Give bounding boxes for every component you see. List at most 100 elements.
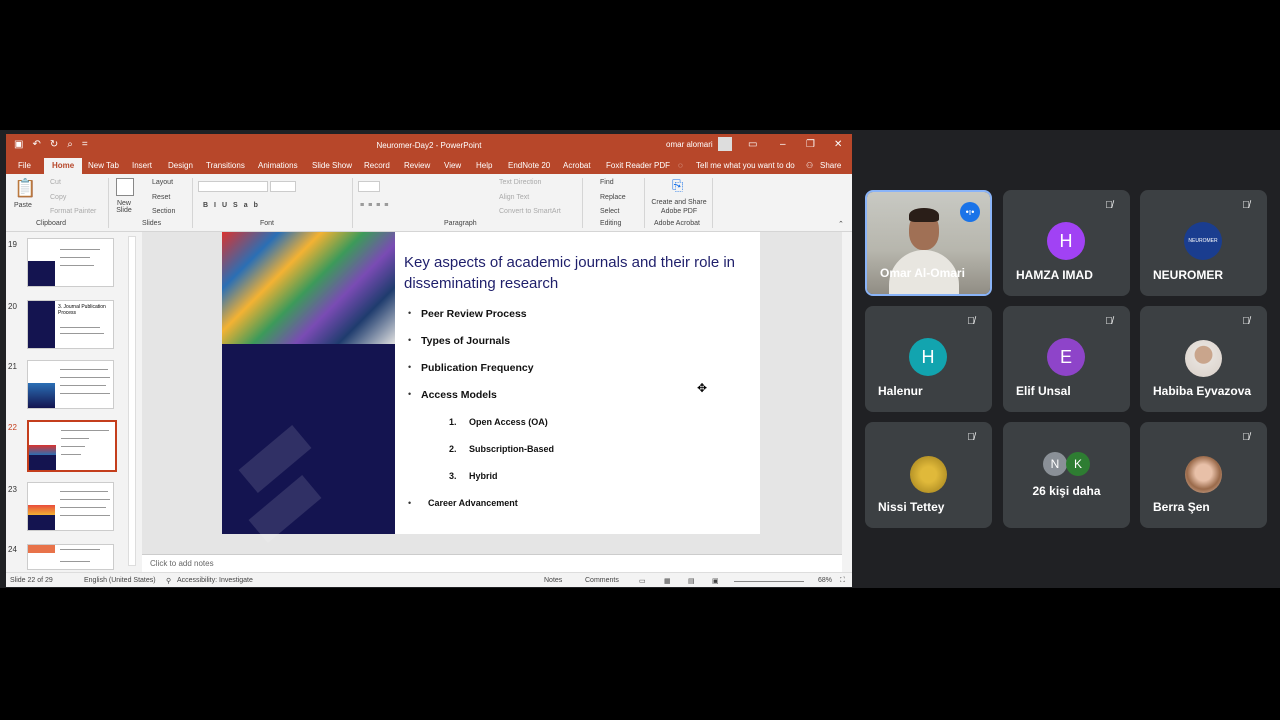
slide-navy-panel	[222, 344, 395, 543]
ribbon-divider	[192, 178, 193, 228]
slide-title[interactable]: Key aspects of academic journals and the…	[404, 252, 754, 294]
font-format-buttons[interactable]: BIUSab	[203, 202, 264, 209]
participant-tile-halenur[interactable]: 🎙̸ H Halenur	[865, 306, 992, 412]
font-size-box[interactable]	[270, 181, 296, 192]
bullet-access-models[interactable]: Access Models	[421, 389, 497, 401]
share-button[interactable]: Share	[820, 161, 841, 170]
font-name-box[interactable]	[198, 181, 268, 192]
clipboard-group-label: Clipboard	[36, 220, 66, 227]
select-button[interactable]: Select	[600, 208, 619, 215]
tab-review[interactable]: Review	[404, 161, 430, 170]
slide-thumbnail-22-selected[interactable]	[27, 420, 117, 472]
sub-bullet-open-access[interactable]: Open Access (OA)	[469, 417, 548, 427]
sub-bullet-hybrid[interactable]: Hybrid	[469, 471, 498, 481]
zoom-level[interactable]: 68%	[818, 577, 832, 584]
close-icon[interactable]: ✕	[834, 139, 842, 150]
tab-acrobat[interactable]: Acrobat	[563, 161, 591, 170]
tab-help[interactable]: Help	[476, 161, 492, 170]
lightbulb-icon: ◌	[678, 161, 683, 170]
tab-home[interactable]: Home	[44, 158, 83, 174]
tab-record[interactable]: Record	[364, 161, 390, 170]
collapse-ribbon-icon[interactable]: ⌃	[838, 220, 844, 228]
sub-bullet-subscription[interactable]: Subscription-Based	[469, 444, 554, 454]
bullets-button[interactable]	[358, 181, 380, 192]
tab-transitions[interactable]: Transitions	[206, 161, 245, 170]
participant-tile-elif[interactable]: 🎙̸ E Elif Unsal	[1003, 306, 1130, 412]
slideshow-view-icon[interactable]: ▣	[712, 577, 719, 585]
tab-slide-show[interactable]: Slide Show	[312, 161, 352, 170]
restore-icon[interactable]: ❐	[806, 139, 815, 150]
participant-tile-nissi[interactable]: 🎙̸ Nissi Tettey	[865, 422, 992, 528]
adobe-pdf-icon[interactable]: ⎘	[672, 177, 683, 194]
thumbnail-scrollbar[interactable]	[128, 236, 136, 566]
reset-button[interactable]: Reset	[152, 194, 170, 201]
language-status[interactable]: English (United States)	[84, 577, 156, 584]
bullet-career[interactable]: Career Advancement	[428, 498, 518, 508]
avatar-photo	[910, 456, 947, 493]
tab-foxit[interactable]: Foxit Reader PDF	[606, 161, 670, 170]
slide-thumbnail-21[interactable]	[27, 360, 114, 409]
notes-button[interactable]: Notes	[544, 577, 562, 584]
zoom-slider[interactable]	[734, 581, 804, 582]
align-buttons[interactable]: ≡≡≡≡	[360, 202, 392, 209]
paste-icon[interactable]: 📋	[14, 178, 36, 199]
participant-tile-habiba[interactable]: 🎙̸ Habiba Eyvazova	[1140, 306, 1267, 412]
thumb-number: 22	[8, 423, 17, 432]
slide-thumbnail-24[interactable]	[27, 544, 114, 570]
copy-button[interactable]: Copy	[50, 194, 66, 201]
cut-button[interactable]: Cut	[50, 179, 61, 186]
tell-me-box[interactable]: Tell me what you want to do	[696, 161, 795, 170]
thumb-number: 21	[8, 362, 17, 371]
ribbon-display-icon[interactable]: ▭	[748, 139, 757, 150]
tab-new-tab[interactable]: New Tab	[88, 161, 119, 170]
more-participants-tile[interactable]: N K 26 kişi daha	[1003, 422, 1130, 528]
sorter-view-icon[interactable]: ▦	[664, 577, 671, 585]
slide-scrollbar[interactable]	[842, 232, 852, 554]
text-direction-button[interactable]: Text Direction	[499, 179, 541, 186]
bullet-frequency[interactable]: Publication Frequency	[421, 362, 534, 374]
user-avatar[interactable]	[718, 137, 732, 151]
mic-off-icon: 🎙̸	[1105, 200, 1113, 211]
normal-view-icon[interactable]: ▭	[639, 577, 646, 585]
avatar-photo	[1185, 340, 1222, 377]
minimize-icon[interactable]: –	[780, 139, 786, 150]
layout-button[interactable]: Layout	[152, 179, 173, 186]
paste-button[interactable]: Paste	[14, 202, 32, 209]
replace-button[interactable]: Replace	[600, 194, 626, 201]
section-button[interactable]: Section	[152, 208, 175, 215]
bullet-peer-review[interactable]: Peer Review Process	[421, 308, 527, 320]
tab-design[interactable]: Design	[168, 161, 193, 170]
participant-tile-neuromer[interactable]: 🎙̸ NEUROMER NEUROMER	[1140, 190, 1267, 296]
tab-animations[interactable]: Animations	[258, 161, 298, 170]
find-button[interactable]: Find	[600, 179, 614, 186]
convert-smartart-button[interactable]: Convert to SmartArt	[499, 208, 561, 215]
tab-view[interactable]: View	[444, 161, 461, 170]
new-slide-icon[interactable]	[116, 178, 134, 196]
accessibility-status[interactable]: Accessibility: Investigate	[177, 577, 253, 584]
participant-tile-berra[interactable]: 🎙̸ Berra Şen	[1140, 422, 1267, 528]
participant-tile-omar[interactable]: •ı• Omar Al-Omari	[865, 190, 992, 296]
participant-name: Berra Şen	[1153, 500, 1210, 514]
tab-endnote[interactable]: EndNote 20	[508, 161, 550, 170]
ribbon: 📋 Paste Cut Copy Format Painter Clipboar…	[6, 174, 852, 232]
tab-file[interactable]: File	[18, 161, 31, 170]
fit-slide-icon[interactable]: ⛶	[840, 577, 845, 585]
comments-button[interactable]: Comments	[585, 577, 619, 584]
format-painter-button[interactable]: Format Painter	[50, 208, 96, 215]
slide-thumbnail-20[interactable]: 3. Journal Publication Process	[27, 300, 114, 349]
reading-view-icon[interactable]: ▤	[688, 577, 695, 585]
user-name[interactable]: omar alomari	[666, 140, 713, 149]
participant-tile-hamza[interactable]: 🎙̸ H HAMZA IMAD	[1003, 190, 1130, 296]
bullet-types[interactable]: Types of Journals	[421, 335, 510, 347]
slide-thumbnail-19[interactable]	[27, 238, 114, 287]
notes-pane[interactable]: Click to add notes	[142, 554, 842, 572]
align-text-button[interactable]: Align Text	[499, 194, 529, 201]
ribbon-divider	[108, 178, 109, 228]
tab-insert[interactable]: Insert	[132, 161, 152, 170]
powerpoint-window: ▣ ↶ ↻ ⌕ = Neuromer-Day2 - PowerPoint oma…	[6, 134, 852, 587]
editing-group-label: Editing	[600, 220, 622, 227]
new-slide-button[interactable]: New Slide	[114, 200, 134, 214]
slide-thumbnail-23[interactable]	[27, 482, 114, 531]
create-share-pdf-button[interactable]: Create and Share Adobe PDF	[648, 198, 710, 216]
participant-name: Habiba Eyvazova	[1153, 384, 1252, 398]
